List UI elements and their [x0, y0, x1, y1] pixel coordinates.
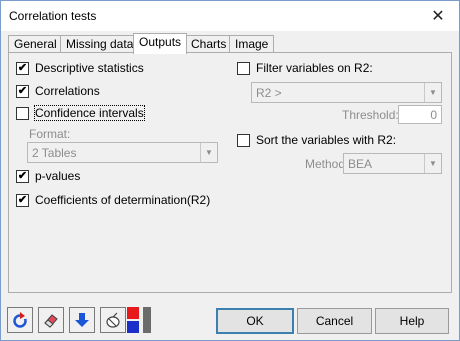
title-bar: Correlation tests ✕: [1, 1, 459, 31]
coefficients-option[interactable]: ✔ Coefficients of determination(R2): [16, 193, 210, 207]
sort-r2-option[interactable]: Sort the variables with R2:: [237, 133, 396, 147]
cancel-button[interactable]: Cancel: [297, 308, 372, 334]
pointer-select-icon: [106, 312, 120, 328]
download-button[interactable]: [69, 307, 95, 333]
eraser-button[interactable]: [38, 307, 64, 333]
download-icon: [75, 313, 89, 327]
chevron-down-icon: ▼: [424, 154, 441, 173]
confidence-intervals-checkbox[interactable]: [16, 106, 29, 120]
descriptive-statistics-option[interactable]: ✔ Descriptive statistics: [16, 61, 144, 75]
sort-r2-label: Sort the variables with R2:: [256, 133, 397, 147]
tab-charts[interactable]: Charts: [185, 35, 233, 53]
window-title: Correlation tests: [9, 9, 97, 23]
filter-r2-label: Filter variables on R2:: [256, 61, 373, 75]
chevron-down-icon: ▼: [424, 83, 441, 102]
tab-general[interactable]: General: [8, 35, 63, 53]
descriptive-statistics-label: Descriptive statistics: [35, 61, 144, 75]
method-select[interactable]: BEA ▼: [343, 153, 442, 174]
close-icon[interactable]: ✕: [423, 3, 453, 29]
confidence-intervals-label: Confidence intervals: [34, 105, 145, 121]
format-select-value: 2 Tables: [32, 146, 77, 160]
ok-button[interactable]: OK: [216, 308, 294, 334]
coefficients-label: Coefficients of determination(R2): [35, 193, 211, 207]
help-button[interactable]: Help: [375, 308, 449, 334]
threshold-label: Threshold:: [342, 108, 399, 122]
filter-r2-select[interactable]: R2 > ▼: [251, 82, 442, 103]
coefficients-checkbox[interactable]: ✔: [16, 193, 29, 207]
p-values-checkbox[interactable]: ✔: [16, 169, 29, 183]
outputs-panel: ✔ Descriptive statistics ✔ Correlations …: [8, 52, 452, 293]
method-select-value: BEA: [348, 157, 373, 171]
descriptive-statistics-checkbox[interactable]: ✔: [16, 61, 29, 75]
reset-button[interactable]: [7, 307, 33, 333]
tab-missing-data[interactable]: Missing data: [60, 35, 140, 53]
correlations-checkbox[interactable]: ✔: [16, 84, 29, 98]
color-swatch-icon[interactable]: [127, 307, 153, 333]
tab-outputs[interactable]: Outputs: [133, 33, 188, 54]
threshold-input[interactable]: 0: [398, 105, 442, 124]
bottom-toolbar: OK Cancel Help: [1, 299, 459, 341]
filter-r2-option[interactable]: Filter variables on R2:: [237, 61, 373, 75]
method-label: Method:: [305, 157, 349, 171]
correlations-option[interactable]: ✔ Correlations: [16, 84, 100, 98]
tab-image[interactable]: Image: [229, 35, 275, 53]
sort-r2-checkbox[interactable]: [237, 133, 250, 147]
p-values-option[interactable]: ✔ p-values: [16, 169, 80, 183]
dialog-window: Correlation tests ✕ General Missing data…: [0, 0, 460, 341]
confidence-intervals-option[interactable]: Confidence intervals: [16, 105, 145, 121]
filter-r2-select-value: R2 >: [256, 86, 282, 100]
select-range-button[interactable]: [100, 307, 126, 333]
eraser-icon: [44, 314, 58, 328]
format-select[interactable]: 2 Tables ▼: [27, 142, 218, 163]
reset-icon: [13, 312, 27, 328]
filter-r2-checkbox[interactable]: [237, 61, 250, 75]
p-values-label: p-values: [35, 169, 81, 183]
format-label: Format:: [29, 127, 71, 141]
chevron-down-icon: ▼: [200, 143, 217, 162]
correlations-label: Correlations: [35, 84, 100, 98]
